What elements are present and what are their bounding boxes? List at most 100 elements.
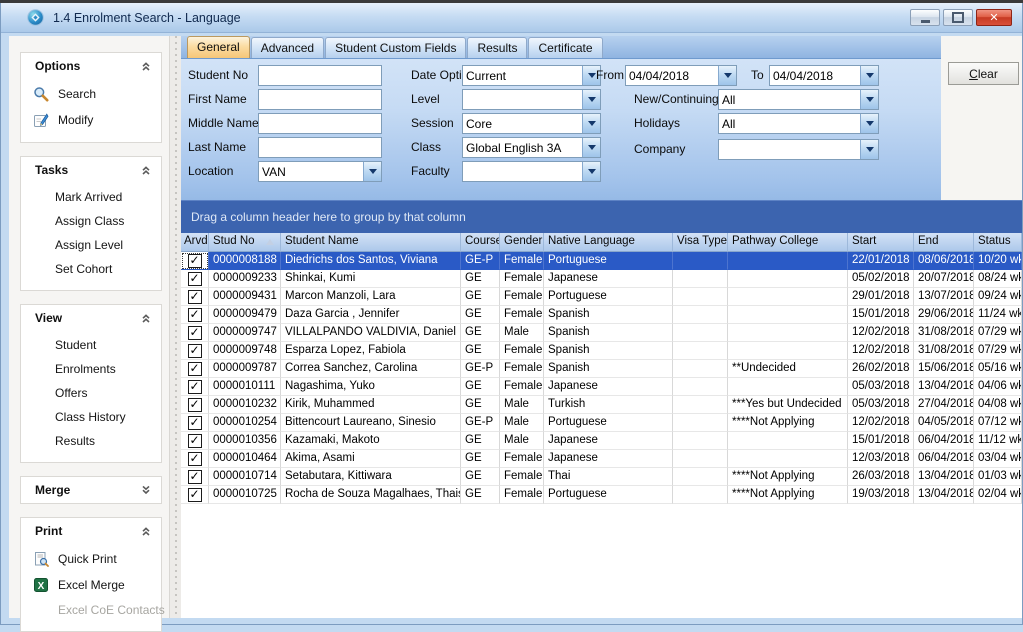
faculty-select[interactable] <box>462 161 601 182</box>
dropdown-button[interactable] <box>582 162 600 181</box>
table-row[interactable]: 0000009747 VILLALPANDO VALDIVIA, Daniel … <box>181 324 1022 342</box>
dropdown-button[interactable] <box>363 162 381 181</box>
to-date-select[interactable]: 04/04/2018 <box>769 65 879 86</box>
minimize-button[interactable] <box>910 9 940 26</box>
sidebar-item-modify[interactable]: Modify <box>21 107 161 133</box>
from-label: From <box>596 68 624 82</box>
level-select[interactable] <box>462 89 601 110</box>
sidebar-item-enrolments[interactable]: Enrolments <box>21 357 161 381</box>
session-select[interactable]: Core <box>462 113 601 134</box>
dropdown-button[interactable] <box>582 90 600 109</box>
checkbox-checked-icon[interactable] <box>188 380 202 394</box>
checkbox-checked-icon[interactable] <box>188 326 202 340</box>
column-header-course[interactable]: Course <box>461 233 500 252</box>
tab-certificate[interactable]: Certificate <box>528 37 602 58</box>
sidebar-item-set-cohort[interactable]: Set Cohort <box>21 257 161 281</box>
table-row[interactable]: 0000009479 Daza Garcia , Jennifer GE Fem… <box>181 306 1022 324</box>
chevron-double-up-icon[interactable] <box>140 60 152 72</box>
panel-tasks-header[interactable]: Tasks <box>21 157 161 183</box>
checkbox-checked-icon[interactable] <box>188 398 202 412</box>
dropdown-button[interactable] <box>718 66 736 85</box>
clear-button[interactable]: Clear <box>948 62 1019 85</box>
sidebar-splitter[interactable] <box>169 36 181 618</box>
sidebar-item-excel-merge[interactable]: X Excel Merge <box>21 572 161 598</box>
student-no-input[interactable] <box>258 65 382 86</box>
grid-body: 0000008188 Diedrichs dos Santos, Viviana… <box>181 252 1022 618</box>
checkbox-checked-icon[interactable] <box>188 290 202 304</box>
class-select[interactable]: Global English 3A <box>462 137 601 158</box>
panel-options-header[interactable]: Options <box>21 53 161 79</box>
checkbox-checked-icon[interactable] <box>188 488 202 502</box>
sidebar-item-assign-level[interactable]: Assign Level <box>21 233 161 257</box>
checkbox-checked-icon[interactable] <box>188 470 202 484</box>
table-row[interactable]: 0000010356 Kazamaki, Makoto GE Male Japa… <box>181 432 1022 450</box>
middle-name-input[interactable] <box>258 113 382 134</box>
table-row[interactable]: 0000008188 Diedrichs dos Santos, Viviana… <box>181 252 1022 270</box>
table-row[interactable]: 0000009787 Correa Sanchez, Carolina GE-P… <box>181 360 1022 378</box>
maximize-button[interactable] <box>943 9 973 26</box>
column-header-visa-type[interactable]: Visa Type <box>673 233 728 252</box>
dropdown-button[interactable] <box>582 138 600 157</box>
table-row[interactable]: 0000009233 Shinkai, Kumi GE Female Japan… <box>181 270 1022 288</box>
tab-student-custom-fields[interactable]: Student Custom Fields <box>325 37 466 58</box>
tab-results[interactable]: Results <box>467 37 527 58</box>
checkbox-checked-icon[interactable] <box>188 272 202 286</box>
panel-print-header[interactable]: Print <box>21 518 161 544</box>
sidebar-item-results[interactable]: Results <box>21 429 161 453</box>
sidebar-item-mark-arrived[interactable]: Mark Arrived <box>21 185 161 209</box>
dropdown-button[interactable] <box>860 114 878 133</box>
checkbox-checked-icon[interactable] <box>188 308 202 322</box>
table-row[interactable]: 0000010714 Setabutara, Kittiwara GE Fema… <box>181 468 1022 486</box>
chevron-double-down-icon[interactable] <box>140 484 152 496</box>
column-header-student-name[interactable]: Student Name <box>281 233 461 252</box>
sidebar-item-assign-class[interactable]: Assign Class <box>21 209 161 233</box>
holidays-select[interactable]: All <box>718 113 879 134</box>
dropdown-button[interactable] <box>860 140 878 159</box>
tab-advanced[interactable]: Advanced <box>251 37 324 58</box>
table-row[interactable]: 0000010111 Nagashima, Yuko GE Female Jap… <box>181 378 1022 396</box>
table-row[interactable]: 0000010254 Bittencourt Laureano, Sinesio… <box>181 414 1022 432</box>
checkbox-checked-icon[interactable] <box>188 344 202 358</box>
checkbox-checked-icon[interactable] <box>188 254 202 268</box>
column-header-end[interactable]: End <box>914 233 974 252</box>
location-select[interactable]: VAN <box>258 161 382 182</box>
column-header-native-language[interactable]: Native Language <box>544 233 673 252</box>
table-row[interactable]: 0000010725 Rocha de Souza Magalhaes, Tha… <box>181 486 1022 504</box>
new-continuing-select[interactable]: All <box>718 89 879 110</box>
table-row[interactable]: 0000010464 Akima, Asami GE Female Japane… <box>181 450 1022 468</box>
first-name-input[interactable] <box>258 89 382 110</box>
chevron-double-up-icon[interactable] <box>140 525 152 537</box>
panel-view-header[interactable]: View <box>21 305 161 331</box>
sidebar-item-search[interactable]: Search <box>21 81 161 107</box>
company-select[interactable] <box>718 139 879 160</box>
table-row[interactable]: 0000009431 Marcon Manzoli, Lara GE Femal… <box>181 288 1022 306</box>
sidebar-item-quick-print[interactable]: Quick Print <box>21 546 161 572</box>
group-by-banner[interactable]: Drag a column header here to group by th… <box>181 200 1022 233</box>
date-option-select[interactable]: Current <box>462 65 601 86</box>
close-button[interactable]: ✕ <box>976 9 1012 26</box>
last-name-input[interactable] <box>258 137 382 158</box>
checkbox-checked-icon[interactable] <box>188 362 202 376</box>
sidebar-item-student[interactable]: Student <box>21 333 161 357</box>
column-header-arvd[interactable]: Arvd <box>181 233 209 252</box>
sidebar-item-offers[interactable]: Offers <box>21 381 161 405</box>
checkbox-checked-icon[interactable] <box>188 416 202 430</box>
table-row[interactable]: 0000009748 Esparza Lopez, Fabiola GE Fem… <box>181 342 1022 360</box>
column-header-stud-no[interactable]: Stud No <box>209 233 281 252</box>
dropdown-button[interactable] <box>860 66 878 85</box>
column-header-status[interactable]: Status <box>974 233 1022 252</box>
table-row[interactable]: 0000010232 Kirik, Muhammed GE Male Turki… <box>181 396 1022 414</box>
tab-general[interactable]: General <box>187 36 250 58</box>
column-header-gender[interactable]: Gender <box>500 233 544 252</box>
panel-merge-header[interactable]: Merge <box>21 477 161 503</box>
chevron-double-up-icon[interactable] <box>140 164 152 176</box>
column-header-start[interactable]: Start <box>848 233 914 252</box>
chevron-double-up-icon[interactable] <box>140 312 152 324</box>
dropdown-button[interactable] <box>860 90 878 109</box>
dropdown-button[interactable] <box>582 114 600 133</box>
column-header-pathway-college[interactable]: Pathway College <box>728 233 848 252</box>
checkbox-checked-icon[interactable] <box>188 452 202 466</box>
from-date-select[interactable]: 04/04/2018 <box>625 65 737 86</box>
sidebar-item-class-history[interactable]: Class History <box>21 405 161 429</box>
checkbox-checked-icon[interactable] <box>188 434 202 448</box>
